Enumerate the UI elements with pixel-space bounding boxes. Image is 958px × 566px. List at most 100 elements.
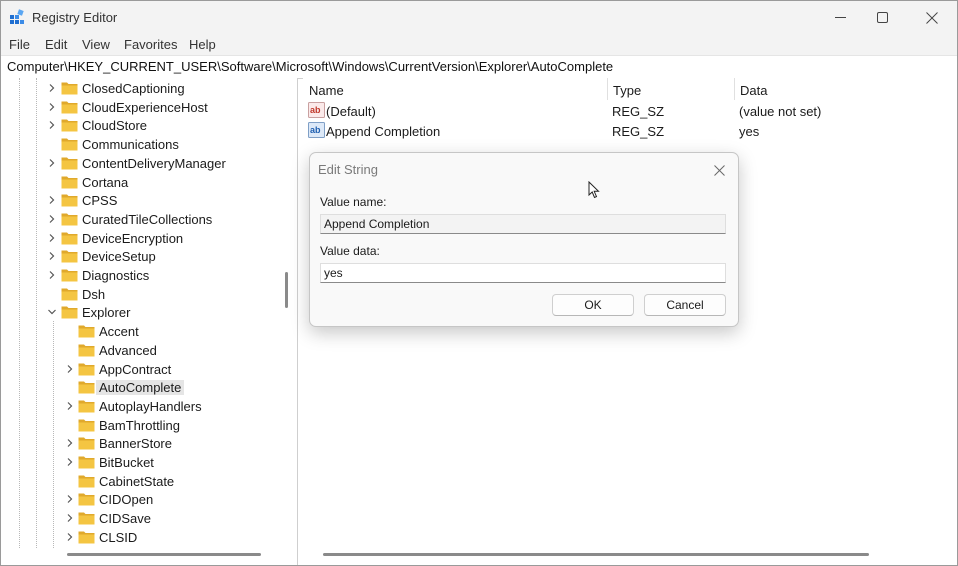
tree-item-label: CuratedTileCollections bbox=[82, 211, 213, 227]
tree-item[interactable]: Advanced bbox=[1, 341, 281, 360]
value-name: (Default) bbox=[326, 104, 376, 119]
tree-item[interactable]: AutoComplete bbox=[1, 378, 281, 397]
tree-item[interactable]: CloudStore bbox=[1, 116, 281, 135]
tree-item[interactable]: AutoplayHandlers bbox=[1, 397, 281, 416]
menu-help[interactable]: Help bbox=[189, 37, 216, 52]
folder-icon bbox=[78, 437, 95, 450]
tree-vertical-scrollbar[interactable] bbox=[285, 272, 288, 308]
tree-horizontal-scrollbar[interactable] bbox=[67, 553, 261, 556]
tree-item-label: AppContract bbox=[99, 361, 172, 377]
chevron-right-icon[interactable] bbox=[65, 438, 75, 448]
chevron-right-icon[interactable] bbox=[47, 120, 57, 130]
tree-item[interactable]: CIDOpen bbox=[1, 490, 281, 509]
tree-item-label: CIDOpen bbox=[99, 492, 154, 508]
folder-icon bbox=[61, 250, 78, 263]
chevron-right-icon[interactable] bbox=[47, 233, 57, 243]
value-type: REG_SZ bbox=[612, 104, 665, 119]
tree-item[interactable]: ClosedCaptioning bbox=[1, 79, 281, 98]
folder-icon bbox=[78, 344, 95, 357]
binary-value-icon: ab bbox=[308, 122, 325, 138]
tree-item-label: DeviceSetup bbox=[82, 249, 156, 265]
folder-icon bbox=[78, 325, 95, 338]
ok-button[interactable]: OK bbox=[552, 294, 634, 316]
chevron-right-icon[interactable] bbox=[47, 158, 57, 168]
address-bar[interactable]: Computer\HKEY_CURRENT_USER\Software\Micr… bbox=[1, 55, 957, 79]
chevron-right-icon[interactable] bbox=[65, 457, 75, 467]
tree-item[interactable]: BannerStore bbox=[1, 434, 281, 453]
tree-item[interactable]: BitBucket bbox=[1, 453, 281, 472]
folder-icon bbox=[61, 213, 78, 226]
value-name-label: Value name: bbox=[320, 195, 387, 209]
tree-item[interactable]: CPSS bbox=[1, 191, 281, 210]
tree-item[interactable]: CLSID bbox=[1, 528, 281, 547]
cancel-button[interactable]: Cancel bbox=[644, 294, 726, 316]
menu-view[interactable]: View bbox=[82, 37, 110, 52]
value-name-field[interactable] bbox=[320, 214, 726, 234]
value-row-default[interactable]: ab (Default) REG_SZ (value not set) bbox=[303, 101, 957, 121]
chevron-right-icon[interactable] bbox=[47, 195, 57, 205]
tree-item[interactable]: Diagnostics bbox=[1, 266, 281, 285]
column-header-type[interactable]: Type bbox=[607, 78, 735, 100]
tree-item[interactable]: CuratedTileCollections bbox=[1, 210, 281, 229]
value-type: REG_SZ bbox=[612, 124, 665, 139]
tree-item[interactable]: Explorer bbox=[1, 303, 281, 322]
value-data-label: Value data: bbox=[320, 244, 380, 258]
tree-item[interactable]: Accent bbox=[1, 322, 281, 341]
value-row-append-completion[interactable]: ab Append Completion REG_SZ yes bbox=[303, 121, 957, 141]
value-data-field[interactable] bbox=[320, 263, 726, 283]
chevron-right-icon[interactable] bbox=[47, 102, 57, 112]
svg-text:ab: ab bbox=[310, 105, 321, 115]
chevron-right-icon[interactable] bbox=[47, 214, 57, 224]
folder-icon bbox=[61, 101, 78, 114]
chevron-right-icon[interactable] bbox=[47, 83, 57, 93]
close-icon bbox=[926, 11, 938, 24]
chevron-right-icon[interactable] bbox=[65, 401, 75, 411]
tree-item[interactable]: CIDSave bbox=[1, 509, 281, 528]
address-path: Computer\HKEY_CURRENT_USER\Software\Micr… bbox=[7, 59, 614, 74]
key-tree-pane[interactable]: ClosedCaptioning CloudExperienceHost Cloud… bbox=[1, 78, 298, 565]
menu-edit[interactable]: Edit bbox=[45, 37, 67, 52]
tree-item-label: CPSS bbox=[82, 193, 118, 209]
tree-item[interactable]: ContentDeliveryManager bbox=[1, 154, 281, 173]
chevron-right-icon[interactable] bbox=[47, 251, 57, 261]
svg-text:ab: ab bbox=[310, 125, 321, 135]
tree-item[interactable]: AppContract bbox=[1, 360, 281, 379]
dialog-close-button[interactable] bbox=[708, 159, 730, 181]
tree-item[interactable]: CabinetState bbox=[1, 472, 281, 491]
value-data: yes bbox=[739, 124, 760, 139]
tree-item[interactable]: BamThrottling bbox=[1, 416, 281, 435]
tree-item[interactable]: DeviceSetup bbox=[1, 247, 281, 266]
tree-item[interactable]: Dsh bbox=[1, 285, 281, 304]
menu-favorites[interactable]: Favorites bbox=[124, 37, 177, 52]
chevron-right-icon[interactable] bbox=[65, 364, 75, 374]
tree-item-label: BannerStore bbox=[99, 436, 172, 452]
tree-item[interactable]: DeviceEncryption bbox=[1, 229, 281, 248]
title-bar[interactable]: Registry Editor bbox=[1, 1, 957, 34]
tree-item-label: AutoComplete bbox=[96, 380, 185, 396]
chevron-down-icon[interactable] bbox=[47, 307, 57, 317]
column-header-name[interactable]: Name bbox=[303, 78, 609, 100]
tree-item[interactable]: Cortana bbox=[1, 173, 281, 192]
folder-icon bbox=[61, 157, 78, 170]
tree-item[interactable]: Communications bbox=[1, 135, 281, 154]
chevron-right-icon[interactable] bbox=[65, 494, 75, 504]
tree-item[interactable]: CloudExperienceHost bbox=[1, 98, 281, 117]
menu-file[interactable]: File bbox=[9, 37, 30, 52]
folder-icon bbox=[78, 400, 95, 413]
column-header-data[interactable]: Data bbox=[734, 78, 957, 100]
chevron-right-icon[interactable] bbox=[65, 513, 75, 523]
list-horizontal-scrollbar[interactable] bbox=[323, 553, 869, 556]
column-header-name-label: Name bbox=[309, 83, 344, 98]
chevron-right-icon[interactable] bbox=[47, 270, 57, 280]
tree-item-label: CloudExperienceHost bbox=[82, 99, 208, 115]
registry-editor-icon bbox=[10, 9, 24, 24]
maximize-button[interactable] bbox=[859, 1, 905, 34]
value-data: (value not set) bbox=[739, 104, 822, 119]
tree-item-label: ContentDeliveryManager bbox=[82, 155, 226, 171]
minimize-button[interactable] bbox=[817, 1, 863, 34]
tree-item-label: Accent bbox=[99, 324, 139, 340]
close-window-button[interactable] bbox=[909, 1, 955, 34]
tree-item-label: Communications bbox=[82, 137, 179, 153]
chevron-right-icon[interactable] bbox=[65, 532, 75, 542]
folder-icon bbox=[78, 456, 95, 469]
